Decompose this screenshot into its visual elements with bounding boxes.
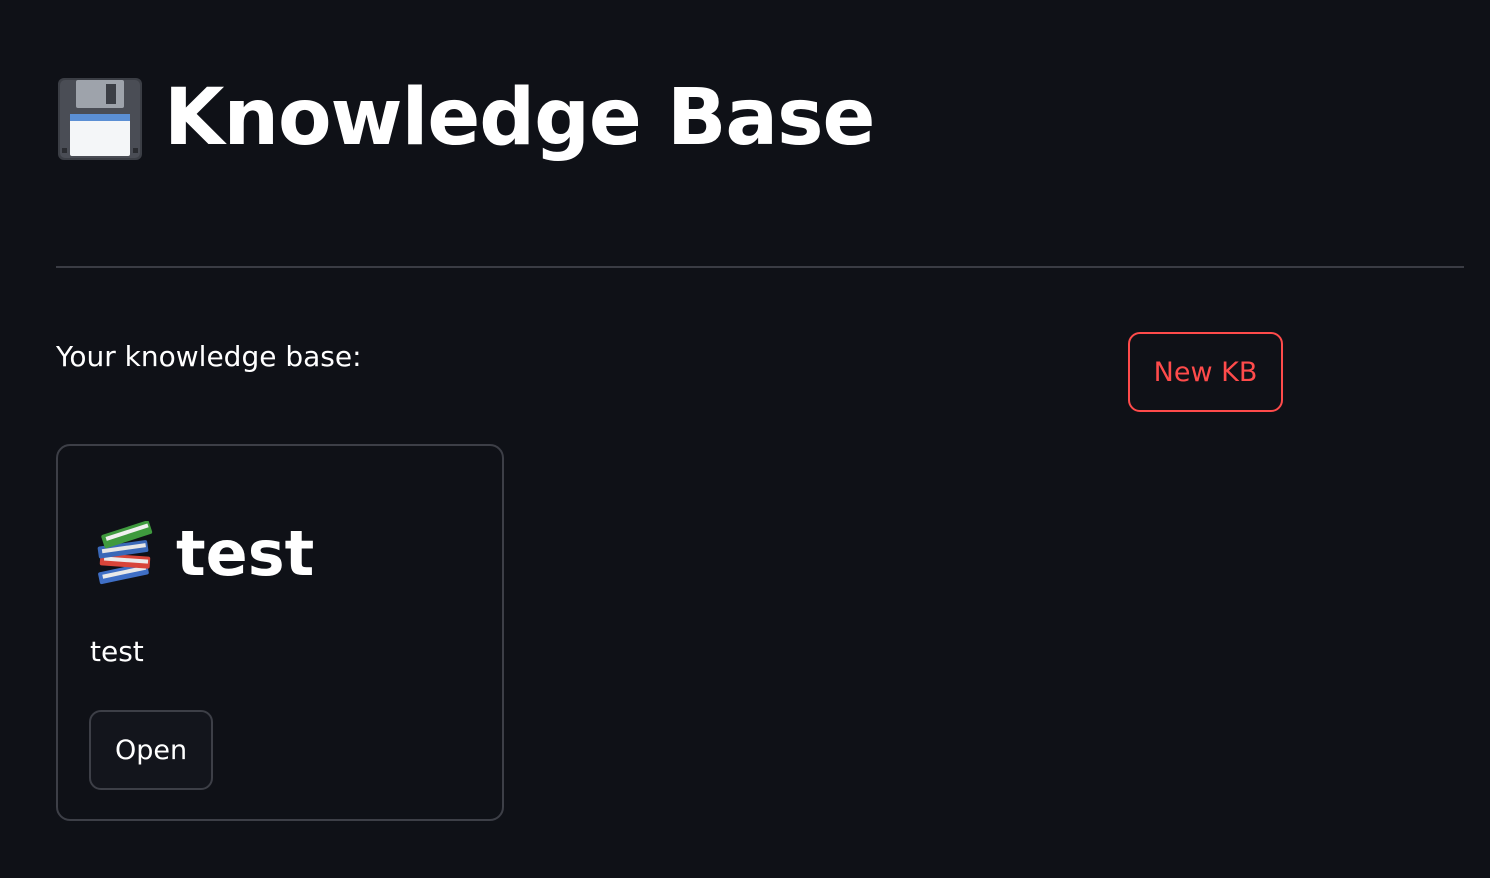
divider bbox=[56, 266, 1464, 268]
floppy-disk-icon bbox=[56, 74, 144, 162]
open-kb-button[interactable]: Open bbox=[89, 710, 213, 790]
page-header: Knowledge Base bbox=[56, 66, 875, 170]
knowledge-base-card: test test Open bbox=[56, 444, 504, 821]
books-icon bbox=[92, 520, 158, 587]
kb-description: test bbox=[90, 635, 144, 668]
card-header: test bbox=[92, 514, 314, 594]
kb-name: test bbox=[176, 517, 315, 590]
new-kb-button[interactable]: New KB bbox=[1128, 332, 1283, 412]
knowledge-base-page: Knowledge Base Your knowledge base: New … bbox=[0, 0, 1490, 878]
page-title: Knowledge Base bbox=[164, 73, 875, 163]
section-subtitle: Your knowledge base: bbox=[56, 340, 362, 373]
